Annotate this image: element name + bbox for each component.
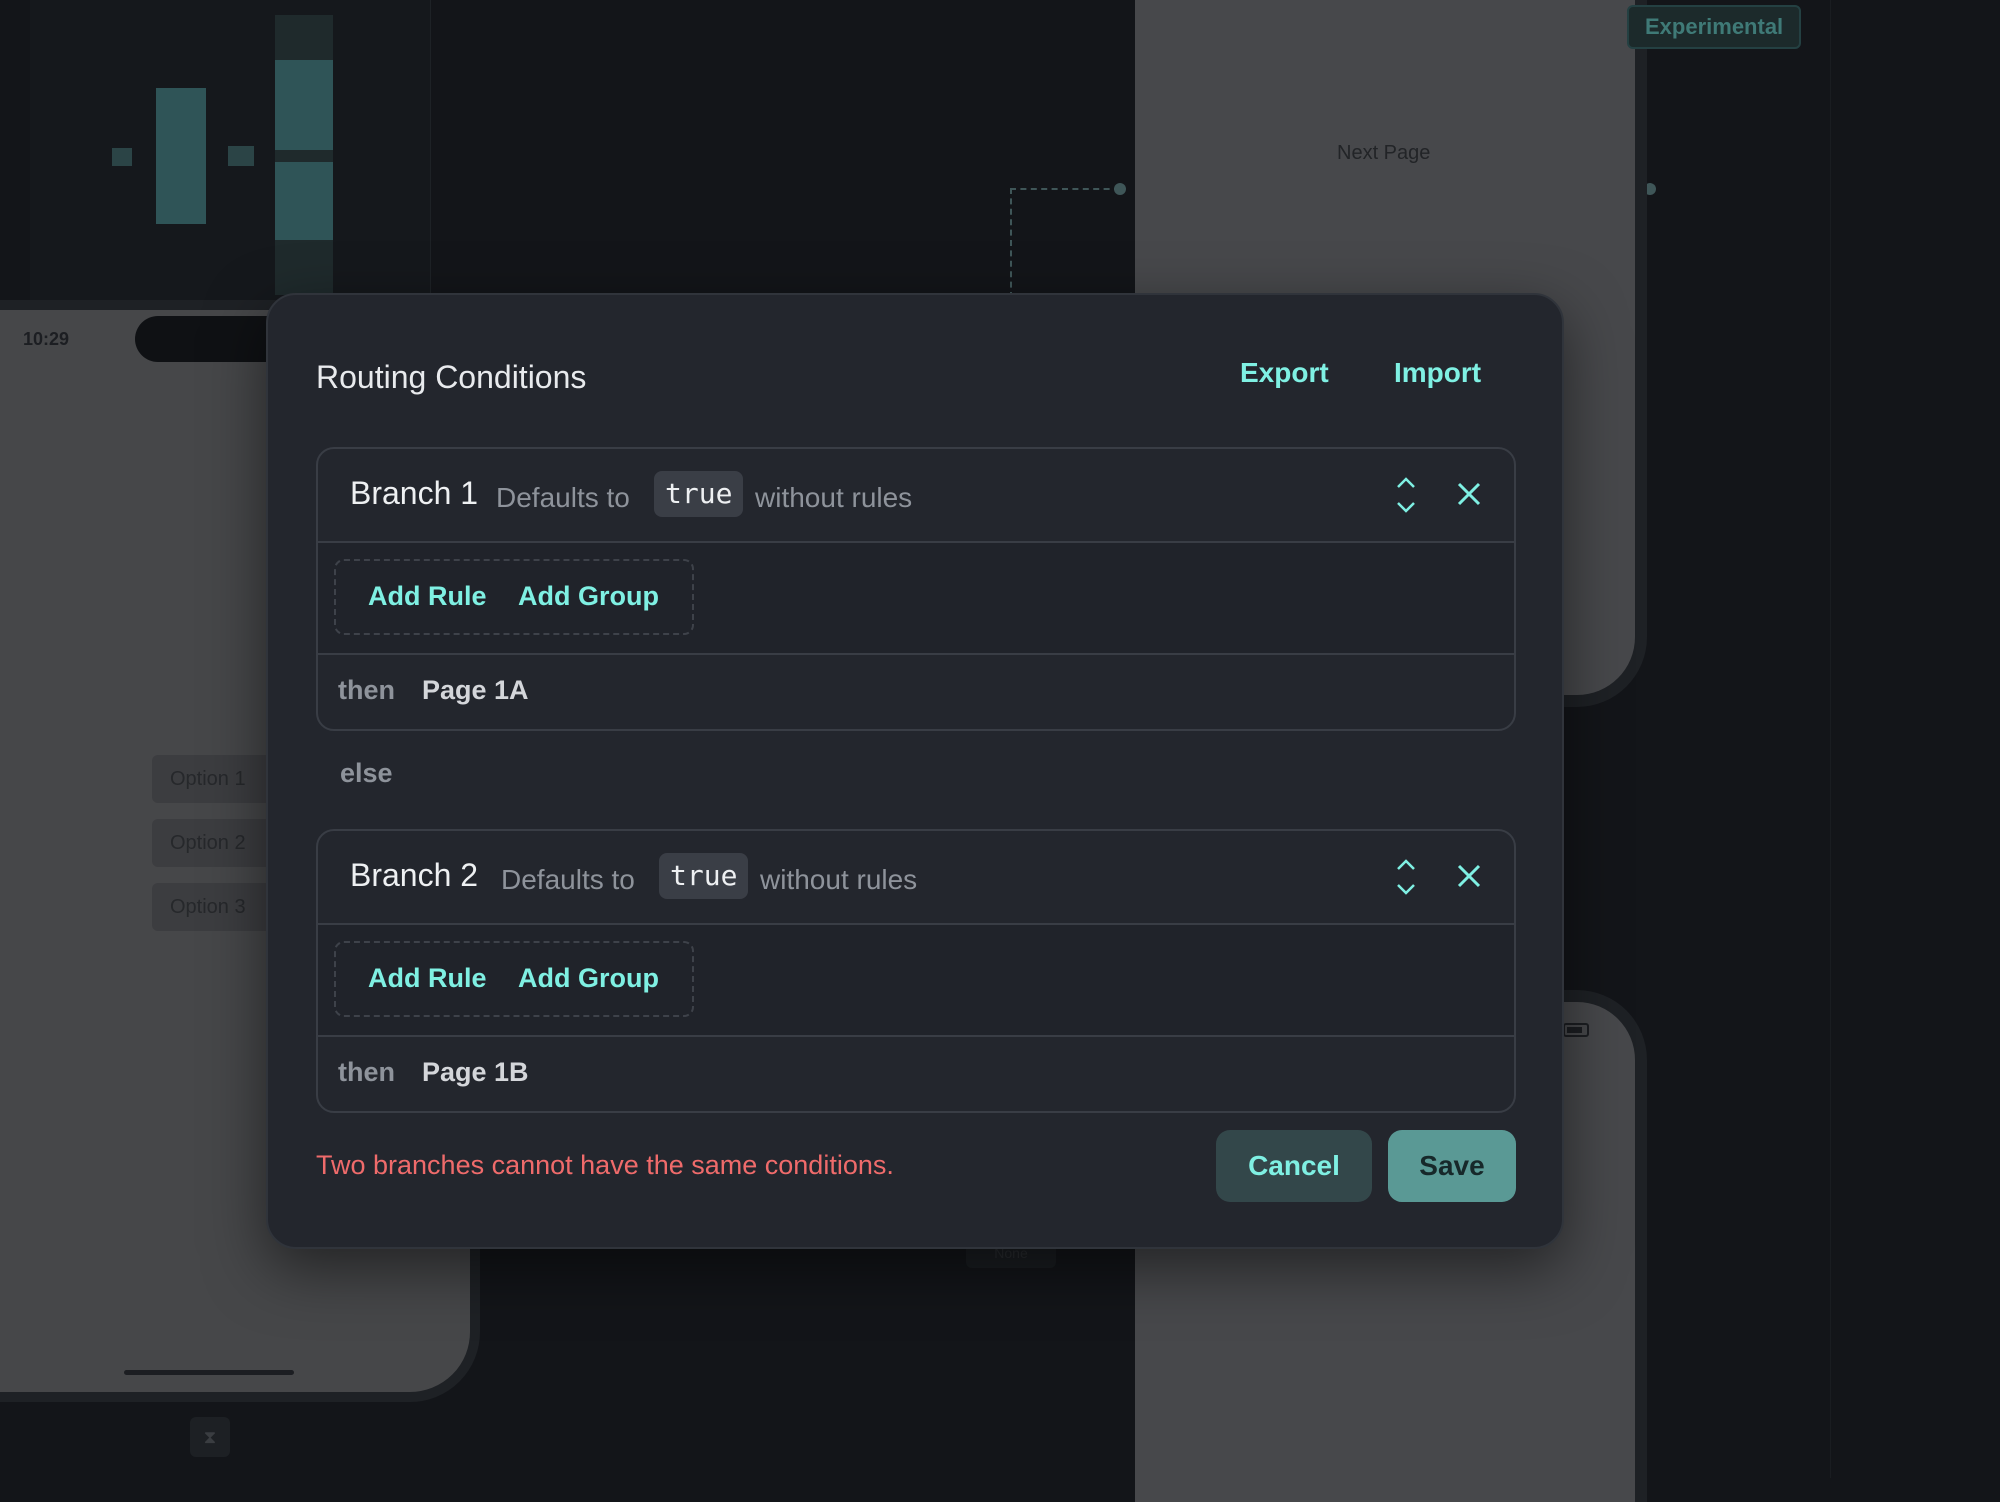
then-label: then: [338, 675, 395, 705]
target-page-select[interactable]: Page 1A: [422, 675, 529, 706]
rule-dropzone: Add Rule Add Group: [334, 559, 694, 635]
rule-dropzone: Add Rule Add Group: [334, 941, 694, 1017]
battery-icon: [1563, 1023, 1589, 1037]
add-rule-button[interactable]: Add Rule: [368, 963, 487, 994]
default-value-chip: true: [659, 853, 749, 899]
target-page-select[interactable]: Page 1B: [422, 1057, 529, 1088]
branch-suffix-text: without rules: [755, 482, 913, 513]
phone-time: 10:29: [23, 329, 70, 349]
flow-connector: [1010, 188, 1120, 190]
background-bar: [275, 15, 333, 295]
canvas-grid-line: [1830, 0, 1831, 1478]
branch-card: Branch 1 Defaults to true without rules …: [316, 447, 1516, 731]
background-marker: [112, 148, 132, 166]
import-button[interactable]: Import: [1394, 357, 1481, 389]
branch-card: Branch 2 Defaults to true without rules …: [316, 829, 1516, 1113]
branch-title: Branch 2: [350, 857, 479, 893]
save-button[interactable]: Save: [1388, 1130, 1516, 1202]
background-bar: [156, 88, 206, 224]
add-rule-button[interactable]: Add Rule: [368, 581, 487, 612]
branch-title: Branch 1: [350, 475, 479, 511]
background-bar: [275, 162, 333, 240]
branch-header: Branch 1 Defaults to true without rules: [318, 449, 1514, 543]
phone-option: Option 2: [152, 819, 272, 867]
default-value-chip: true: [654, 471, 744, 517]
validation-error: Two branches cannot have the same condit…: [316, 1150, 894, 1180]
add-group-button[interactable]: Add Group: [518, 581, 659, 612]
branch-default-text: Defaults to: [501, 864, 635, 895]
connector-node[interactable]: [1114, 183, 1126, 195]
hourglass-icon[interactable]: ⧗: [190, 1417, 230, 1457]
branch-suffix-text: without rules: [760, 864, 918, 895]
phone-page-label: Next Page: [1337, 142, 1431, 164]
close-icon[interactable]: [1456, 481, 1482, 507]
background-marker: [228, 146, 254, 166]
flow-connector: [1010, 188, 1012, 298]
branch-target: then Page 1A: [318, 655, 1514, 729]
background-bar: [275, 60, 333, 150]
phone-option: Option 1: [152, 755, 272, 803]
branch-rules-area: Add Rule Add Group: [318, 543, 1514, 655]
dialog-title: Routing Conditions: [316, 359, 587, 395]
close-icon[interactable]: [1456, 863, 1482, 889]
branch-rules-area: Add Rule Add Group: [318, 925, 1514, 1037]
then-label: then: [338, 1057, 395, 1087]
phone-option: Option 3: [152, 883, 272, 931]
branch-default-text: Defaults to: [496, 482, 630, 513]
branch-target: then Page 1B: [318, 1037, 1514, 1111]
branch-header: Branch 2 Defaults to true without rules: [318, 831, 1514, 925]
reorder-icon[interactable]: [1394, 857, 1418, 897]
reorder-icon[interactable]: [1394, 475, 1418, 515]
routing-conditions-dialog: Routing Conditions Export Import Branch …: [266, 293, 1564, 1249]
add-group-button[interactable]: Add Group: [518, 963, 659, 994]
cancel-button[interactable]: Cancel: [1216, 1130, 1372, 1202]
export-button[interactable]: Export: [1240, 357, 1329, 389]
experimental-badge: Experimental: [1627, 5, 1802, 49]
else-label: else: [340, 758, 393, 788]
phone-home-indicator: [124, 1370, 294, 1375]
